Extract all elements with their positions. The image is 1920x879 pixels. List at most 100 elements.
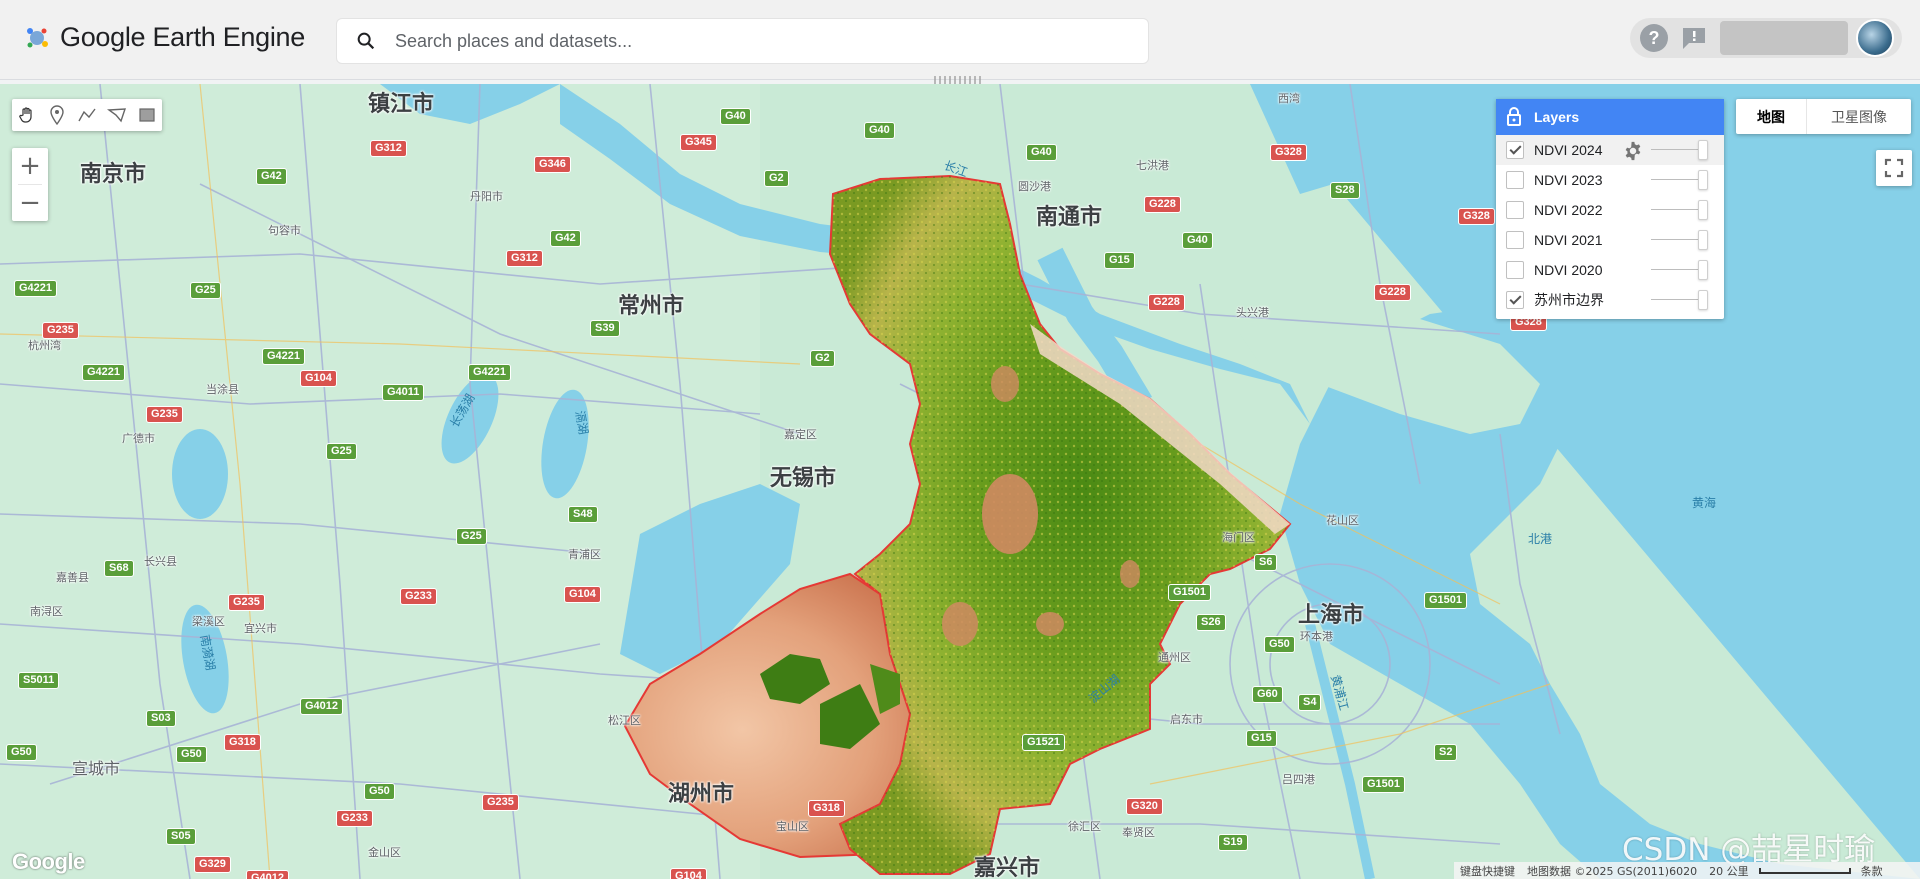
road-shield: G1521 (1022, 734, 1066, 751)
map-label-district: 西湾 (1278, 92, 1300, 105)
layer-row[interactable]: NDVI 2021 (1496, 225, 1724, 255)
account-name[interactable] (1720, 21, 1848, 55)
terms-link[interactable]: 条款 (1855, 863, 1889, 879)
map-label-shanghai: 上海市 (1298, 603, 1365, 628)
map-label-district: 通州区 (1158, 651, 1191, 664)
opacity-slider-thumb[interactable] (1698, 140, 1708, 160)
road-shield: G42 (550, 230, 581, 247)
opacity-slider[interactable] (1651, 299, 1703, 300)
road-shield: G228 (1144, 196, 1181, 213)
map-label-district: 七洪港 (1136, 159, 1169, 172)
map-label-water: 黄海 (1692, 496, 1717, 510)
zoom-out-button[interactable]: − (12, 185, 48, 221)
search-icon (337, 18, 395, 64)
map-label-district: 吕四港 (1282, 773, 1315, 786)
opacity-slider[interactable] (1651, 209, 1703, 210)
marker-icon[interactable] (42, 99, 72, 131)
earth-engine-logo-icon (27, 27, 48, 47)
map-label-district: 启东市 (1170, 713, 1203, 726)
opacity-slider[interactable] (1651, 179, 1703, 180)
layer-row[interactable]: NDVI 2020 (1496, 255, 1724, 285)
layers-header[interactable]: Layers (1496, 99, 1724, 135)
fullscreen-button[interactable] (1876, 150, 1912, 186)
road-shield: G40 (1026, 144, 1057, 161)
fullscreen-icon (1884, 158, 1904, 178)
polygon-icon[interactable] (102, 99, 132, 131)
map-type-satellite-button[interactable]: 卫星图像 (1806, 99, 1911, 134)
map-label-nantong: 南通市 (1036, 205, 1103, 230)
map-attribution: 键盘快捷键 地图数据 ©2025 GS(2011)6020 20 公里 条款 (1454, 862, 1920, 879)
road-shield: S5011 (18, 672, 60, 689)
layer-checkbox[interactable] (1506, 171, 1524, 189)
road-shield: G25 (456, 528, 487, 545)
polyline-icon[interactable] (72, 99, 102, 131)
layer-row[interactable]: NDVI 2024 (1496, 135, 1724, 165)
map-label-district: 宜兴市 (244, 622, 277, 635)
opacity-slider-thumb[interactable] (1698, 200, 1708, 220)
map-label-wuxi: 无锡市 (770, 466, 837, 491)
map-label-district: 嘉善县 (56, 571, 89, 584)
opacity-slider-thumb[interactable] (1698, 170, 1708, 190)
opacity-slider[interactable] (1651, 239, 1703, 240)
opacity-slider-thumb[interactable] (1698, 230, 1708, 250)
layer-checkbox[interactable] (1506, 291, 1524, 309)
map-label-district: 青浦区 (568, 548, 601, 561)
layer-row[interactable]: 苏州市边界 (1496, 285, 1724, 315)
help-icon[interactable]: ? (1640, 24, 1668, 52)
layer-checkbox[interactable] (1506, 201, 1524, 219)
hand-icon[interactable] (12, 99, 42, 131)
layer-name: NDVI 2022 (1534, 202, 1603, 218)
search-box[interactable] (336, 18, 1149, 64)
map-label-district: 广德市 (122, 432, 155, 445)
map-label-huzhou: 湖州市 (668, 782, 735, 807)
feedback-icon[interactable] (1680, 25, 1708, 51)
road-shield: G1501 (1424, 592, 1468, 609)
map-label-district: 嘉定区 (784, 428, 817, 441)
zoom-in-button[interactable]: + (12, 148, 48, 184)
road-shield: G15 (1246, 730, 1277, 747)
road-shield: G40 (720, 108, 751, 125)
layer-row[interactable]: NDVI 2022 (1496, 195, 1724, 225)
road-shield: G15 (1104, 252, 1135, 269)
road-shield: G2 (810, 350, 835, 367)
rectangle-icon[interactable] (132, 99, 162, 131)
map-label-district: 南浔区 (30, 605, 63, 618)
road-shield: G4221 (82, 364, 126, 381)
road-shield: G346 (534, 156, 571, 173)
map-type-roadmap-button[interactable]: 地图 (1736, 99, 1806, 134)
map-label-water: 北港 (1528, 532, 1553, 546)
map-label-district: 松江区 (608, 714, 641, 727)
road-shield: G50 (364, 783, 395, 800)
road-shield: S19 (1218, 834, 1248, 851)
layer-row[interactable]: NDVI 2023 (1496, 165, 1724, 195)
layer-name: 苏州市边界 (1534, 293, 1604, 309)
lock-icon[interactable] (1506, 107, 1522, 127)
search-input[interactable] (395, 30, 1148, 52)
road-shield: G235 (228, 594, 265, 611)
layers-title: Layers (1534, 109, 1580, 125)
map-label-jiaxing: 嘉兴市 (974, 856, 1041, 879)
opacity-slider[interactable] (1651, 269, 1703, 270)
road-shield: G228 (1374, 284, 1411, 301)
layer-checkbox[interactable] (1506, 141, 1524, 159)
opacity-slider-thumb[interactable] (1698, 260, 1708, 280)
layer-checkbox[interactable] (1506, 231, 1524, 249)
panel-resize-handle[interactable] (934, 76, 984, 84)
road-shield: G235 (42, 322, 79, 339)
opacity-slider-thumb[interactable] (1698, 290, 1708, 310)
brand[interactable]: Google Earth Engine (24, 22, 305, 53)
road-shield: G318 (224, 734, 261, 751)
avatar[interactable] (1856, 19, 1894, 57)
gear-icon[interactable] (1622, 140, 1644, 162)
road-shield: S03 (146, 710, 176, 727)
road-shield: G1501 (1168, 584, 1212, 601)
keyboard-shortcuts-link[interactable]: 键盘快捷键 (1454, 863, 1521, 879)
road-shield: G235 (482, 794, 519, 811)
road-shield: S2 (1434, 744, 1458, 761)
layer-name: NDVI 2021 (1534, 232, 1603, 248)
header-actions: ? (1630, 18, 1902, 58)
layer-checkbox[interactable] (1506, 261, 1524, 279)
map-label-district: 句容市 (268, 224, 301, 237)
opacity-slider[interactable] (1651, 149, 1703, 150)
map-type-control: 地图 卫星图像 (1736, 99, 1911, 134)
